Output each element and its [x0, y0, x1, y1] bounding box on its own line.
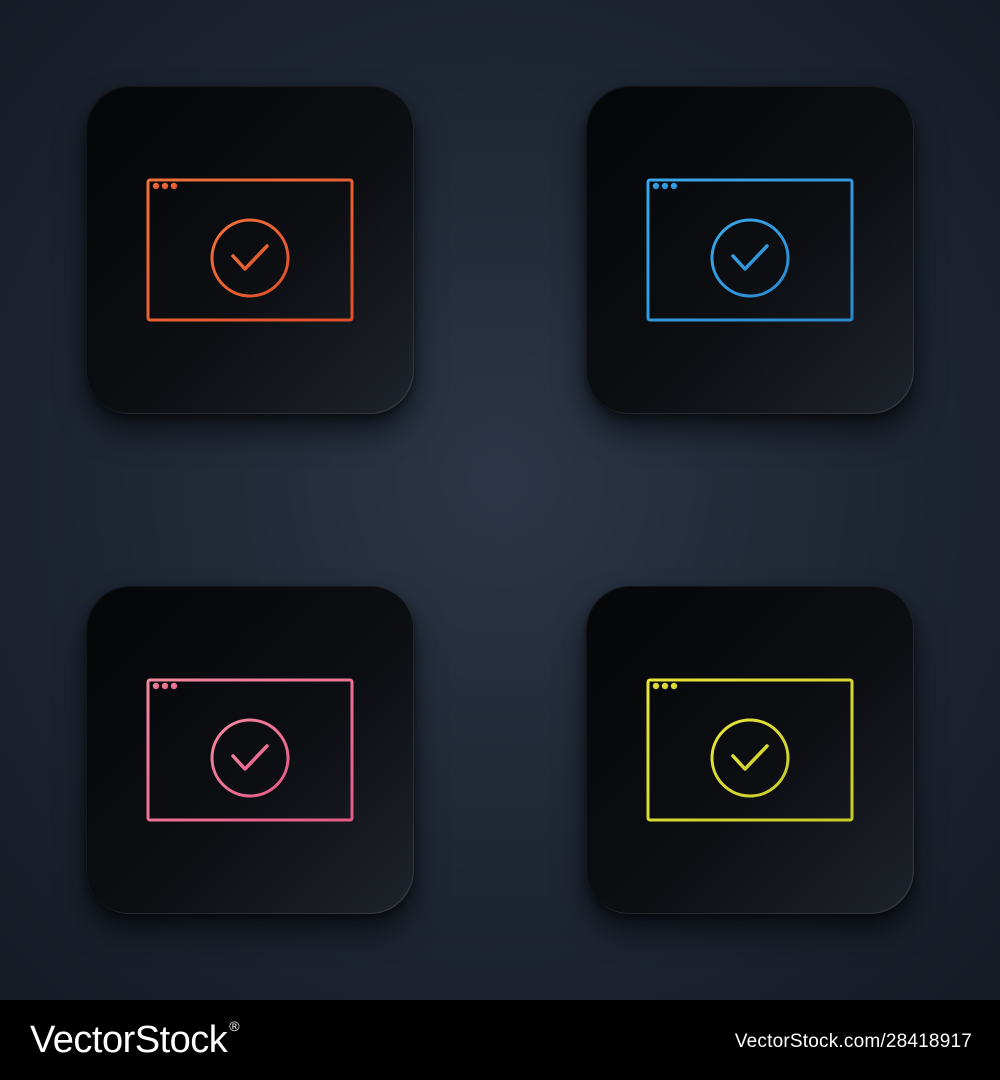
icon-tile-yellow [586, 586, 914, 914]
browser-window-frame [646, 178, 854, 322]
window-dots [652, 182, 678, 190]
check-circle [710, 718, 790, 798]
browser-window-frame [646, 678, 854, 822]
brand-name: VectorStock [30, 1019, 228, 1061]
watermark-footer: VectorStock ® VectorStock.com/28418917 [0, 1000, 1000, 1080]
check-circle [210, 218, 290, 298]
browser-check-icon [646, 178, 854, 322]
icon-tile-orange [86, 86, 414, 414]
window-dots [652, 682, 678, 690]
window-dots [152, 682, 178, 690]
browser-check-icon [146, 178, 354, 322]
icon-tile-pink [86, 586, 414, 914]
registered-mark: ® [229, 1018, 240, 1034]
browser-check-icon [146, 678, 354, 822]
window-dots [152, 182, 178, 190]
icon-tile-blue [586, 86, 914, 414]
check-circle [710, 218, 790, 298]
brand-logo: VectorStock ® [30, 1016, 240, 1064]
check-circle [210, 718, 290, 798]
checkmark-icon [231, 244, 269, 271]
checkmark-icon [731, 244, 769, 271]
browser-check-icon [646, 678, 854, 822]
icon-canvas [0, 0, 1000, 1000]
checkmark-icon [731, 744, 769, 771]
image-id-text: VectorStock.com/28418917 [734, 1031, 972, 1052]
browser-window-frame [146, 678, 354, 822]
checkmark-icon [231, 744, 269, 771]
browser-window-frame [146, 178, 354, 322]
